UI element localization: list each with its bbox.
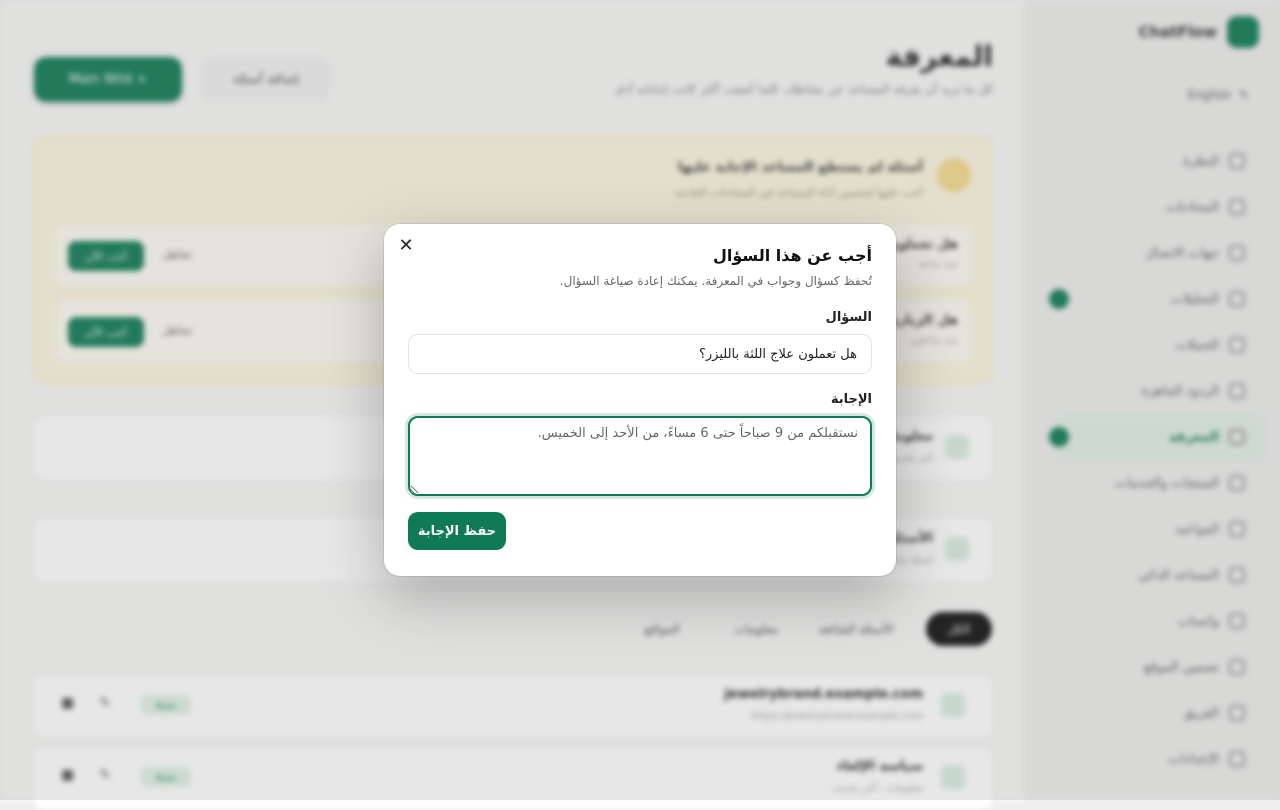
- answer-textarea[interactable]: [408, 416, 872, 496]
- question-input[interactable]: [408, 334, 872, 374]
- answer-label: الإجابة: [830, 392, 872, 407]
- save-answer-button[interactable]: حفظ الإجابة: [408, 512, 506, 550]
- answer-question-dialog: ✕ أجب عن هذا السؤال تُحفظ كسؤال وجواب في…: [384, 224, 896, 576]
- dialog-title: أجب عن هذا السؤال: [713, 246, 872, 265]
- question-label: السؤال: [825, 310, 872, 325]
- close-icon[interactable]: ✕: [396, 236, 416, 256]
- dialog-subtitle: تُحفظ كسؤال وجواب في المعرفة. يمكنك إعاد…: [559, 274, 872, 288]
